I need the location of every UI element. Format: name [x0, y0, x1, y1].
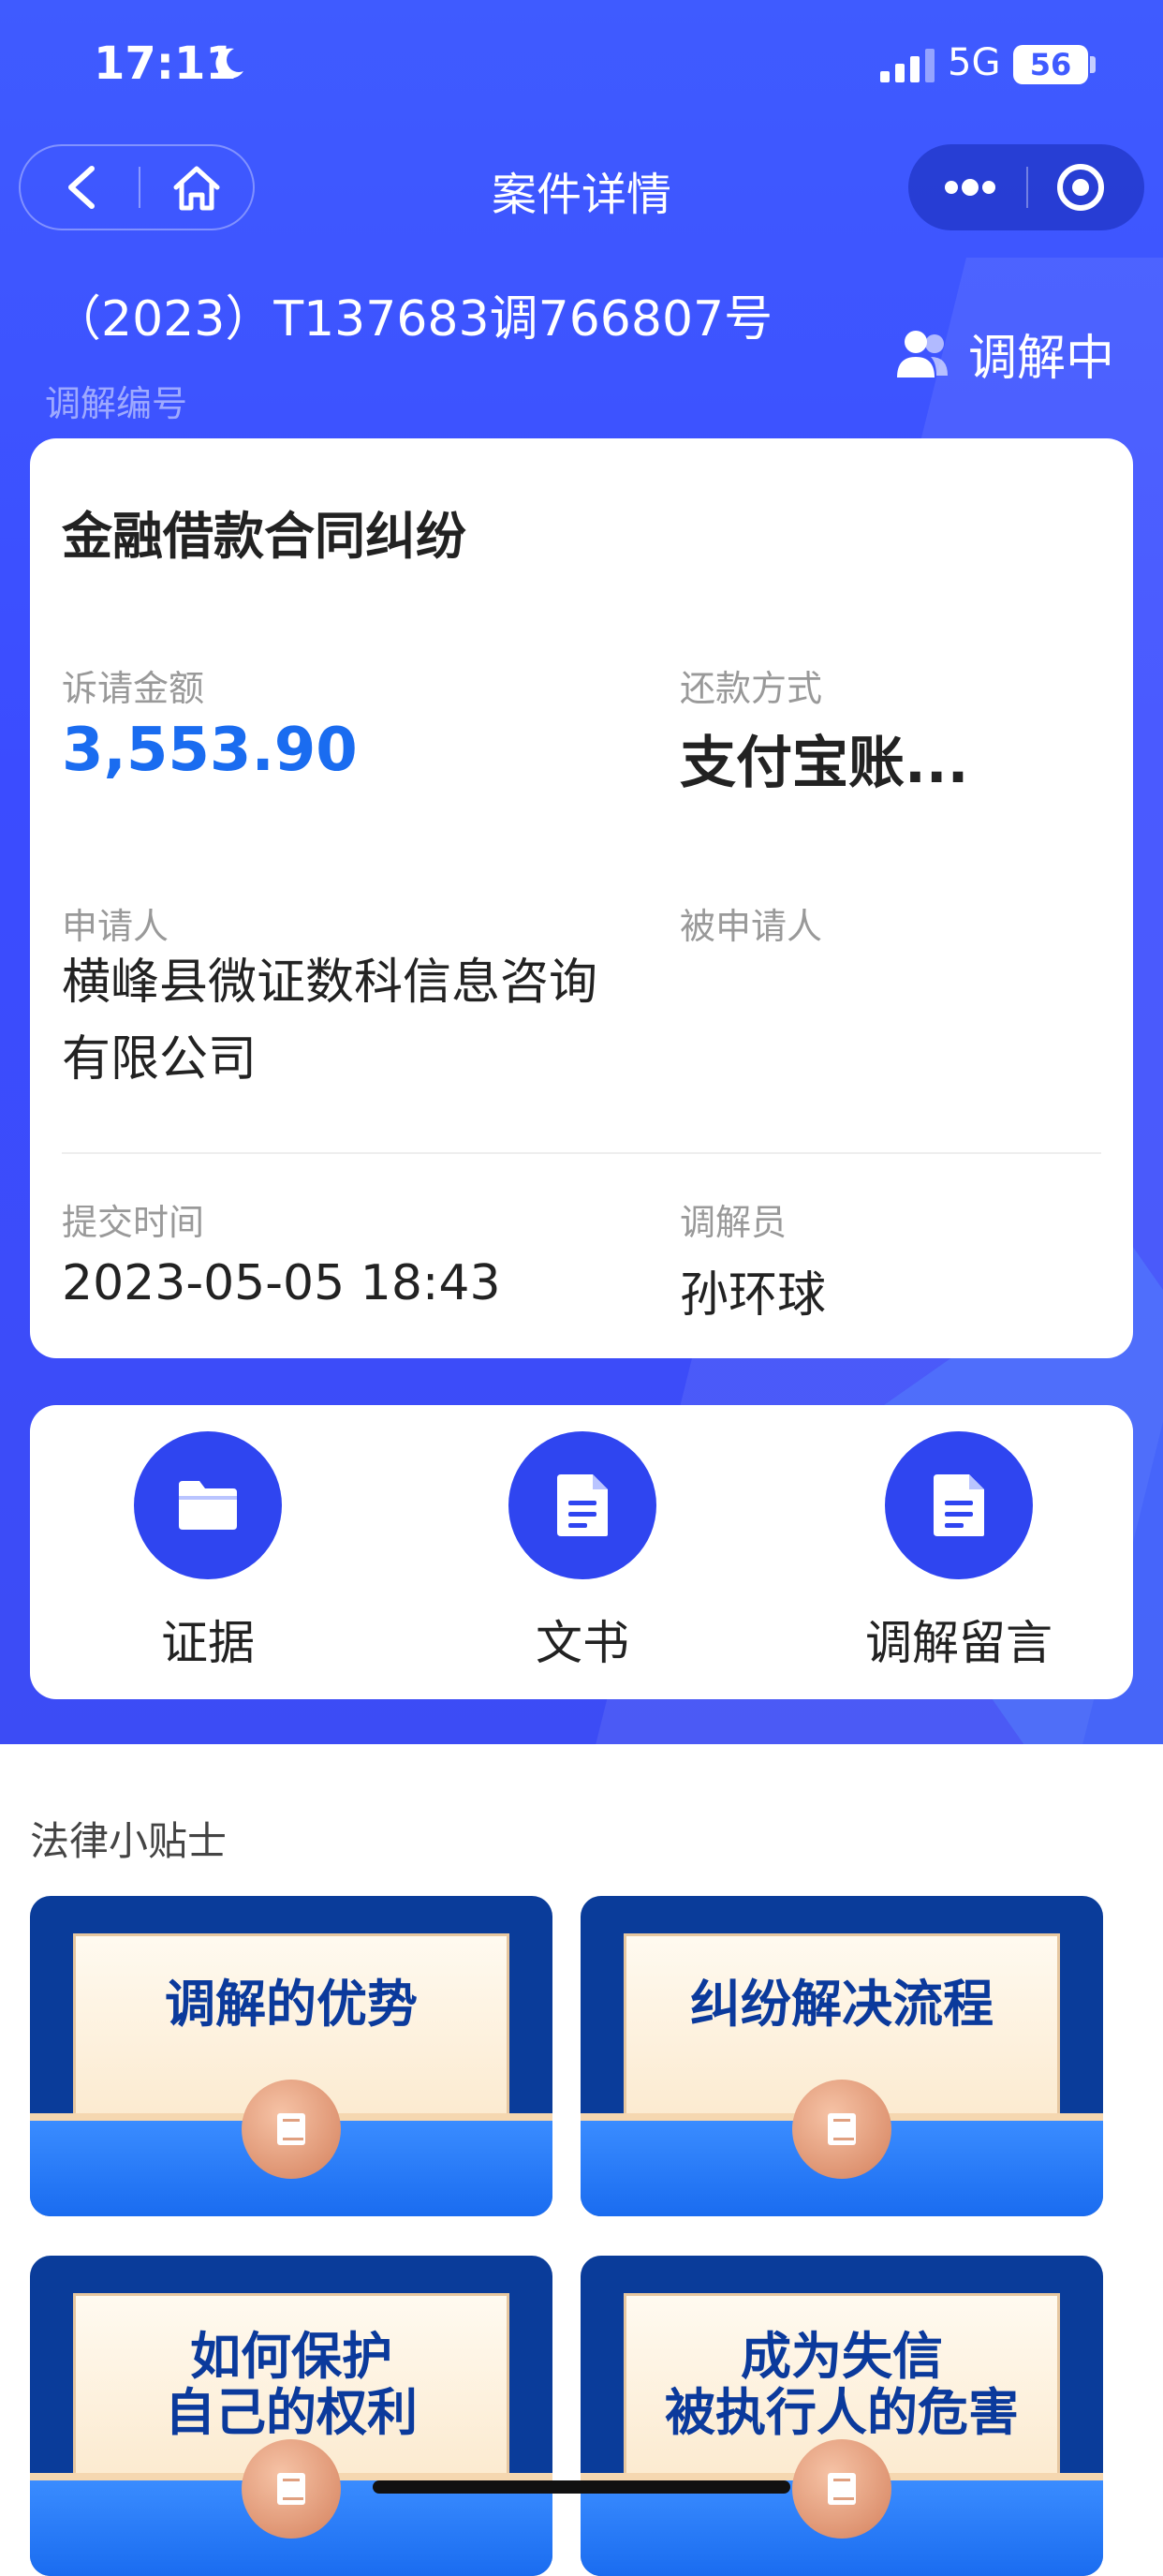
- tip-title-line1: 如何保护: [190, 2327, 392, 2386]
- case-type: 金融借款合同纠纷: [62, 507, 466, 566]
- case-info-card: 金融借款合同纠纷 诉请金额 3,553.90 还款方式 支付宝账... 申请人 …: [30, 438, 1133, 1358]
- more-dots-icon: [945, 179, 995, 196]
- case-number: （2023）T137683调766807号: [52, 291, 773, 348]
- status-badge: 调解中: [893, 318, 1114, 389]
- tips-section-title: 法律小贴士: [30, 1818, 228, 1864]
- tip-card[interactable]: 成为失信 被执行人的危害: [581, 2256, 1103, 2576]
- mediation-message-button[interactable]: 调解留言: [837, 1431, 1081, 1684]
- battery-indicator: 56: [1013, 45, 1088, 84]
- case-number-label: 调解编号: [45, 383, 188, 424]
- folder-icon: [134, 1431, 282, 1579]
- book-icon: [792, 2439, 891, 2539]
- status-text: 调解中: [968, 331, 1115, 387]
- divider: [62, 1152, 1101, 1154]
- amount-label: 诉请金额: [62, 668, 205, 709]
- more-button[interactable]: [908, 144, 1026, 230]
- moon-icon: [215, 48, 243, 79]
- battery-tip: [1090, 56, 1096, 73]
- tip-card[interactable]: 如何保护 自己的权利: [30, 2256, 552, 2576]
- tip-title: 纠纷解决流程: [581, 1976, 1103, 2033]
- tip-title-line2: 被执行人的危害: [665, 2383, 1019, 2442]
- book-icon: [242, 2439, 341, 2539]
- evidence-label: 证据: [161, 1616, 255, 1670]
- action-card: 证据 文书 调解留言: [30, 1405, 1133, 1699]
- tip-title-line1: 成为失信: [741, 2327, 943, 2386]
- message-document-icon: [885, 1431, 1033, 1579]
- document-icon: [508, 1431, 656, 1579]
- mediator-label: 调解员: [680, 1202, 788, 1243]
- home-indicator[interactable]: [373, 2480, 790, 2494]
- tip-card[interactable]: 调解的优势: [30, 1896, 552, 2216]
- close-miniprogram-button[interactable]: [1026, 144, 1144, 230]
- mediator-value: 孙环球: [680, 1267, 827, 1324]
- tip-title: 如何保护 自己的权利: [30, 2329, 552, 2441]
- applicant-label: 申请人: [62, 906, 169, 947]
- submit-time-value: 2023-05-05 18:43: [62, 1255, 501, 1311]
- book-icon: [792, 2080, 891, 2179]
- submit-time-label: 提交时间: [62, 1202, 205, 1243]
- book-icon: [242, 2080, 341, 2179]
- amount-value: 3,553.90: [62, 716, 358, 785]
- mediation-message-label: 调解留言: [865, 1616, 1053, 1670]
- evidence-button[interactable]: 证据: [86, 1431, 330, 1684]
- applicant-value: 横峰县微证数科信息咨询有限公司: [62, 955, 598, 1088]
- tip-title-line1: 调解的优势: [165, 1975, 418, 2034]
- network-type: 5G: [948, 41, 1001, 84]
- tip-title-line2: 自己的权利: [165, 2383, 418, 2442]
- tip-title-line1: 纠纷解决流程: [690, 1975, 994, 2034]
- repay-label: 还款方式: [680, 668, 823, 709]
- repay-value: 支付宝账...: [680, 731, 969, 796]
- target-icon: [1057, 164, 1104, 211]
- tip-title: 调解的优势: [30, 1976, 552, 2033]
- documents-label: 文书: [536, 1616, 629, 1670]
- nav-capsule-right: [908, 144, 1144, 230]
- documents-button[interactable]: 文书: [461, 1431, 704, 1684]
- tip-card[interactable]: 纠纷解决流程: [581, 1896, 1103, 2216]
- signal-icon: [880, 49, 935, 82]
- users-icon: [897, 330, 948, 378]
- respondent-label: 被申请人: [680, 906, 823, 947]
- tip-title: 成为失信 被执行人的危害: [581, 2329, 1103, 2441]
